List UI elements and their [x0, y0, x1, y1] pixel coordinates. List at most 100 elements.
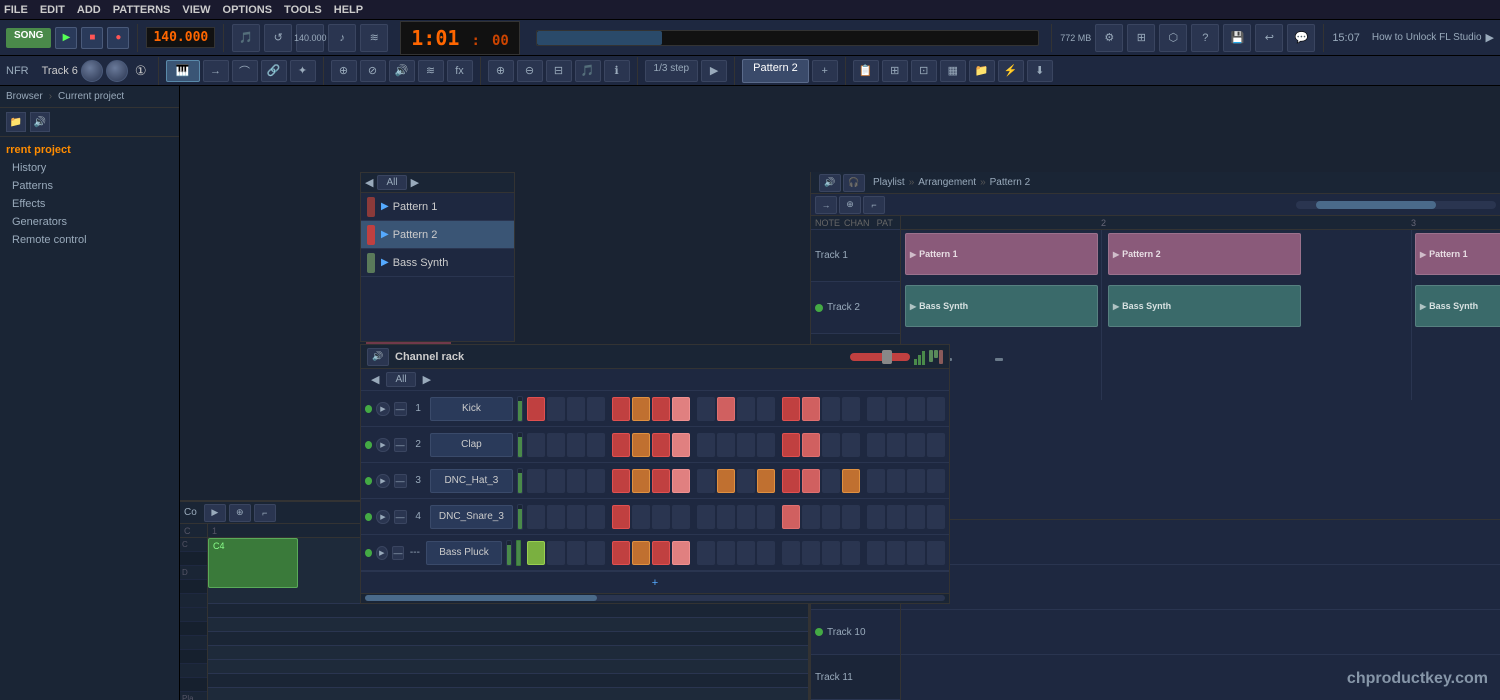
info-btn[interactable]: ℹ — [604, 60, 630, 82]
audio-icon-btn[interactable]: 🔊 — [30, 112, 50, 132]
menu-view[interactable]: VIEW — [182, 4, 210, 16]
ch-name-btn-4[interactable]: DNC_Snare_3 — [430, 505, 514, 529]
pad-1-1[interactable] — [527, 397, 545, 421]
channel-icon-btn[interactable]: ⊞ — [882, 60, 908, 82]
pad-4-19[interactable] — [907, 505, 925, 529]
pad-4-11[interactable] — [737, 505, 755, 529]
pad-1-2[interactable] — [547, 397, 565, 421]
ch-name-btn-2[interactable]: Clap — [430, 433, 514, 457]
browser-icon-btn[interactable]: 📁 — [969, 60, 995, 82]
menu-file[interactable]: FILE — [4, 4, 28, 16]
undo-icon-btn[interactable]: ↩ — [1255, 24, 1283, 52]
record-button[interactable]: ● — [107, 27, 129, 49]
song-mode-button[interactable]: SONG — [6, 28, 51, 48]
pad-1-12[interactable] — [757, 397, 775, 421]
ch-btn-1a[interactable]: ▶ — [376, 402, 389, 416]
pad-2-4[interactable] — [587, 433, 605, 457]
pad-3-4[interactable] — [587, 469, 605, 493]
pad-5-20[interactable] — [927, 541, 945, 565]
settings-icon-btn[interactable]: ⚙ — [1095, 24, 1123, 52]
pad-3-20[interactable] — [927, 469, 945, 493]
step-size-btn[interactable]: 1/3 step — [645, 60, 699, 82]
pl-link-icon[interactable]: ⌐ — [863, 196, 885, 214]
pad-4-18[interactable] — [887, 505, 905, 529]
bass-pluck-vol-bar[interactable] — [516, 540, 521, 566]
ch-btn-4a[interactable]: ▶ — [376, 510, 389, 524]
pad-4-16[interactable] — [842, 505, 860, 529]
pad-4-6[interactable] — [632, 505, 650, 529]
ch-led-5[interactable] — [365, 549, 372, 557]
fx-chain-btn[interactable]: ⊡ — [911, 60, 937, 82]
ch-led-2[interactable] — [365, 441, 372, 449]
menu-options[interactable]: OPTIONS — [223, 4, 273, 16]
pad-5-14[interactable] — [802, 541, 820, 565]
pad-1-9[interactable] — [697, 397, 715, 421]
pad-5-13[interactable] — [782, 541, 800, 565]
ch-vol-4[interactable] — [517, 504, 523, 530]
rack-nav-left[interactable]: ◀ — [367, 373, 383, 386]
ch-led-1[interactable] — [365, 405, 372, 413]
pad-1-20[interactable] — [927, 397, 945, 421]
ch-led-3[interactable] — [365, 477, 372, 485]
loop-btn[interactable]: ↺ — [264, 24, 292, 52]
block-t1-p2[interactable]: ▶ Pattern 2 — [1108, 233, 1301, 275]
menu-help[interactable]: HELP — [334, 4, 363, 16]
rack-all-btn[interactable]: All — [386, 372, 415, 387]
browser-link[interactable]: Browser — [6, 91, 43, 102]
breadcrumb-playlist[interactable]: Playlist — [873, 177, 905, 188]
sidebar-item-history[interactable]: History — [6, 159, 173, 177]
ch-minus-1[interactable]: — — [394, 402, 407, 416]
piano-header-btn2[interactable]: ⊕ — [229, 504, 251, 522]
ch-btn-2a[interactable]: ▶ — [376, 438, 389, 452]
pad-5-11[interactable] — [737, 541, 755, 565]
step-forward-btn[interactable]: ▶ — [701, 60, 727, 82]
save-icon-btn[interactable]: 💾 — [1223, 24, 1251, 52]
ch-vol-3[interactable] — [517, 468, 523, 494]
pl-arrow-icon[interactable]: → — [815, 196, 837, 214]
pad-4-4[interactable] — [587, 505, 605, 529]
metronome-icon-btn[interactable]: 🎵 — [232, 24, 260, 52]
help-icon-btn[interactable]: ? — [1191, 24, 1219, 52]
pad-2-16[interactable] — [842, 433, 860, 457]
pad-3-10[interactable] — [717, 469, 735, 493]
pad-4-9[interactable] — [697, 505, 715, 529]
ch-minus-2[interactable]: — — [394, 438, 407, 452]
smart-btn[interactable]: ⚡ — [998, 60, 1024, 82]
pad-2-5[interactable] — [612, 433, 630, 457]
menu-edit[interactable]: EDIT — [40, 4, 65, 16]
ch-name-btn-3[interactable]: DNC_Hat_3 — [430, 469, 514, 493]
pad-1-16[interactable] — [842, 397, 860, 421]
pad-4-15[interactable] — [822, 505, 840, 529]
link-btn[interactable]: 🔗 — [261, 60, 287, 82]
pad-3-11[interactable] — [737, 469, 755, 493]
ch-vol-1[interactable] — [517, 396, 523, 422]
piano-header-btn1[interactable]: ▶ — [204, 504, 226, 522]
ch-minus-5[interactable]: — — [392, 546, 404, 560]
block-t1-p3[interactable]: ▶ Pattern 1 — [1415, 233, 1500, 275]
menu-add[interactable]: ADD — [77, 4, 101, 16]
pad-5-3[interactable] — [567, 541, 585, 565]
vol-btn[interactable]: 🔊 — [389, 60, 415, 82]
pad-2-8[interactable] — [672, 433, 690, 457]
pad-2-19[interactable] — [907, 433, 925, 457]
sidebar-item-effects[interactable]: Effects — [6, 195, 173, 213]
pad-5-2[interactable] — [547, 541, 565, 565]
pad-3-18[interactable] — [887, 469, 905, 493]
ch-vol-5[interactable] — [506, 540, 511, 566]
pad-1-6[interactable] — [632, 397, 650, 421]
pad-3-3[interactable] — [567, 469, 585, 493]
ch-led-4[interactable] — [365, 513, 372, 521]
pad-1-15[interactable] — [822, 397, 840, 421]
pad-5-16[interactable] — [842, 541, 860, 565]
pad-2-15[interactable] — [822, 433, 840, 457]
pad-2-10[interactable] — [717, 433, 735, 457]
pad-5-15[interactable] — [822, 541, 840, 565]
pad-2-1[interactable] — [527, 433, 545, 457]
block-t1-p1[interactable]: ▶ Pattern 1 — [905, 233, 1098, 275]
pad-1-3[interactable] — [567, 397, 585, 421]
pad-4-12[interactable] — [757, 505, 775, 529]
sidebar-item-remote[interactable]: Remote control — [6, 231, 173, 249]
ch-minus-4[interactable]: — — [394, 510, 407, 524]
pad-2-12[interactable] — [757, 433, 775, 457]
pad-4-7[interactable] — [652, 505, 670, 529]
